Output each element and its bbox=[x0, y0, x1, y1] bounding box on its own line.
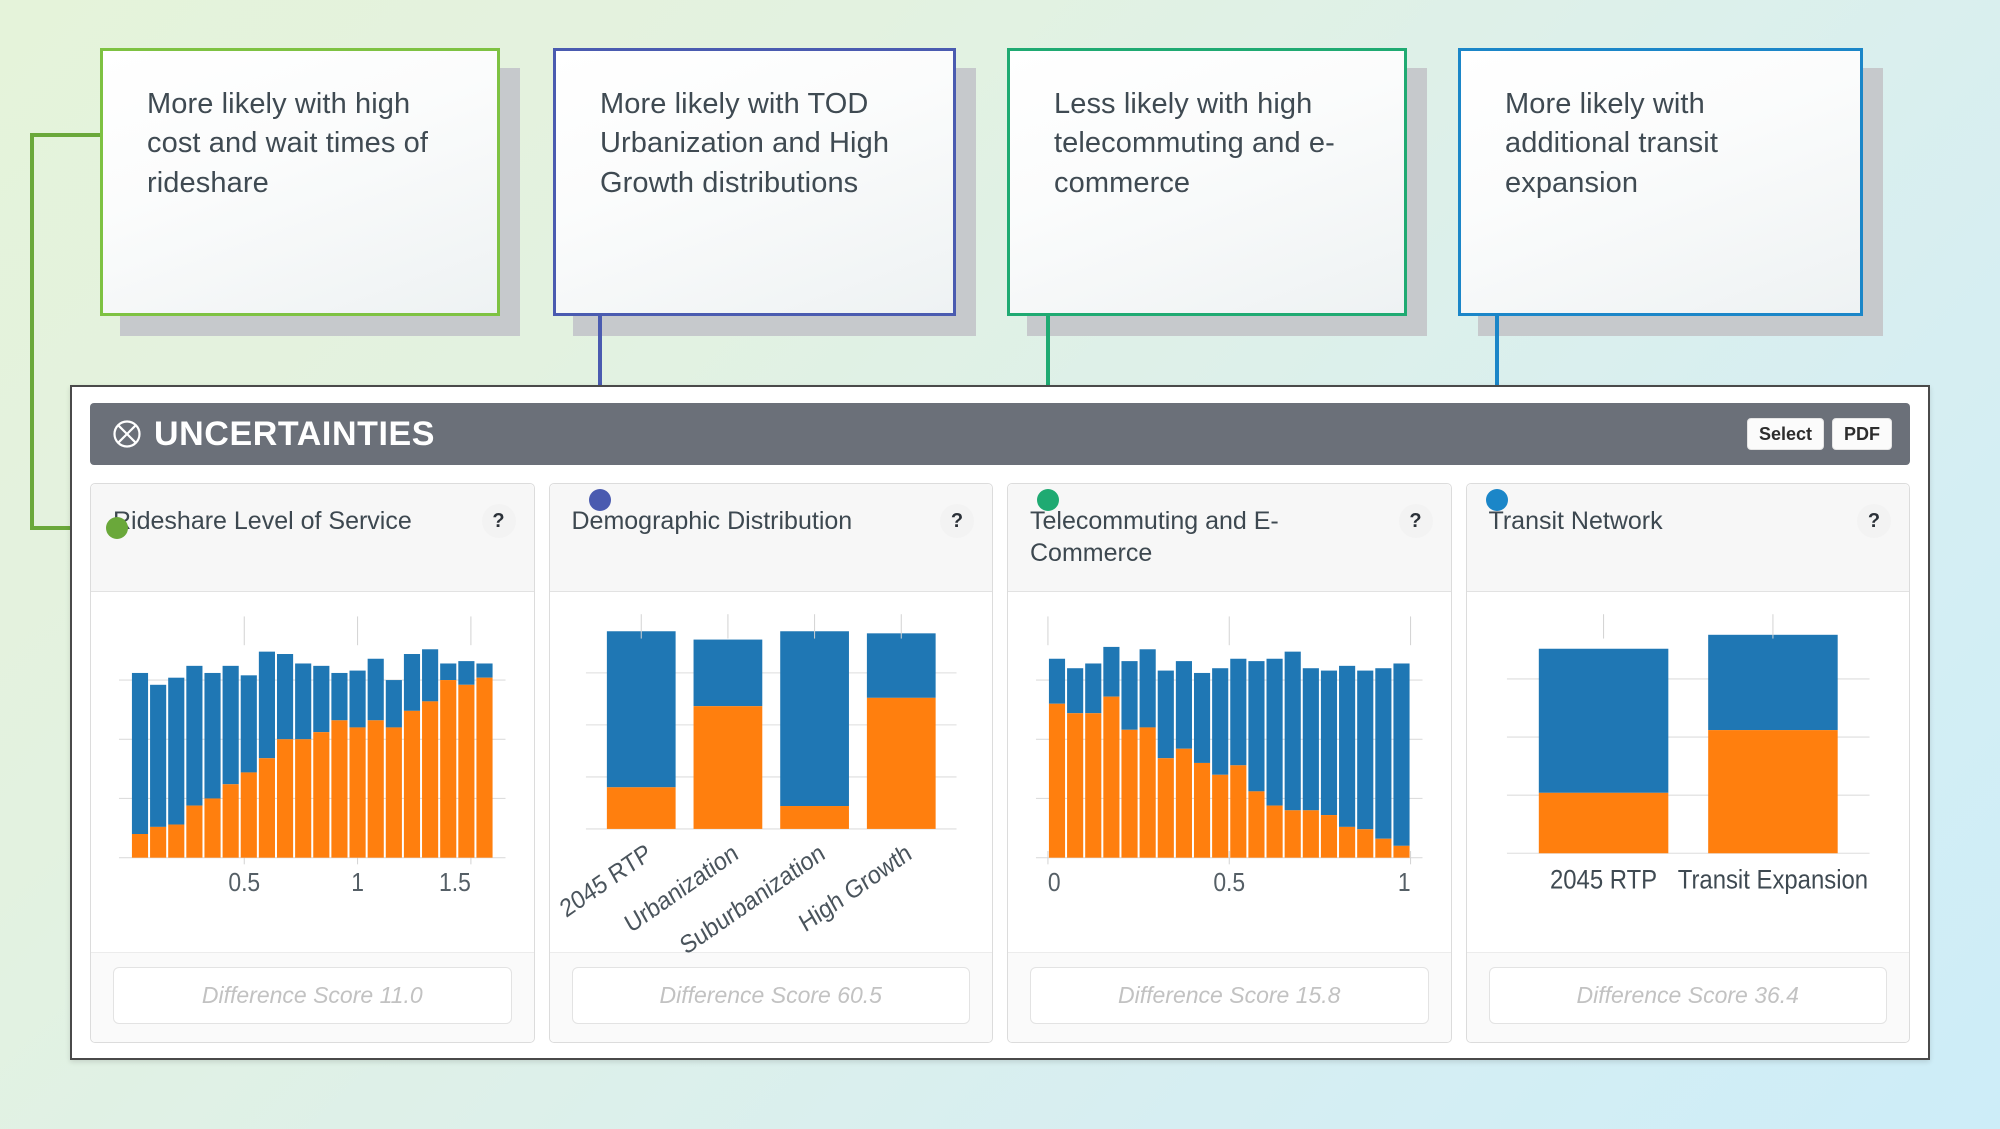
help-icon[interactable]: ? bbox=[940, 504, 974, 538]
callout-text: More likely with high cost and wait time… bbox=[147, 85, 463, 203]
chart-rideshare-level-of-service[interactable]: 0.5 1 1.5 bbox=[91, 592, 534, 952]
uncertainty-cards: Rideshare Level of Service ? 0.5 1 1.5 Dif… bbox=[90, 483, 1910, 1043]
card-header: Transit Network ? bbox=[1467, 484, 1910, 592]
card-header: Rideshare Level of Service ? bbox=[91, 484, 534, 592]
panel-header: UNCERTAINTIES Select PDF bbox=[90, 403, 1910, 465]
select-button[interactable]: Select bbox=[1747, 418, 1824, 451]
svg-text:1: 1 bbox=[351, 869, 364, 897]
stacked-histogram: 00.51 bbox=[1030, 612, 1429, 944]
stacked-bar-chart: 2045 RTPUrbanizationSuburbanizationHigh … bbox=[572, 612, 971, 944]
card-header: Telecommuting and E-Commerce ? bbox=[1008, 484, 1451, 592]
callout-text: More likely with TOD Urbanization and Hi… bbox=[600, 85, 919, 203]
header-actions: Select PDF bbox=[1747, 418, 1892, 451]
card-footer: Difference Score 60.5 bbox=[550, 952, 993, 1042]
callout-box: More likely with TOD Urbanization and Hi… bbox=[553, 48, 956, 316]
svg-text:0: 0 bbox=[1048, 869, 1061, 897]
card-header: Demographic Distribution ? bbox=[550, 484, 993, 592]
difference-score: Difference Score 15.8 bbox=[1030, 967, 1429, 1024]
uncertainty-card-telecommuting[interactable]: Telecommuting and E-Commerce ? 00.51 Dif… bbox=[1007, 483, 1452, 1043]
svg-text:1: 1 bbox=[1398, 869, 1411, 897]
help-icon[interactable]: ? bbox=[1857, 504, 1891, 538]
stacked-histogram: 0.5 1 1.5 bbox=[113, 612, 512, 944]
page-title: UNCERTAINTIES bbox=[154, 415, 435, 454]
svg-text:Suburbanization: Suburbanization bbox=[675, 839, 829, 961]
callout-text: More likely with additional transit expa… bbox=[1505, 85, 1826, 203]
callout-text: Less likely with high telecommuting and … bbox=[1054, 85, 1370, 203]
callout-box: More likely with high cost and wait time… bbox=[100, 48, 500, 316]
stacked-bar-chart: 2045 RTP Transit Expansion bbox=[1489, 612, 1888, 944]
card-title: Rideshare Level of Service bbox=[113, 506, 482, 538]
card-title: Transit Network bbox=[1489, 506, 1858, 538]
card-footer: Difference Score 15.8 bbox=[1008, 952, 1451, 1042]
callout-card-2: More likely with TOD Urbanization and Hi… bbox=[553, 48, 956, 316]
uncertainty-card-demographic[interactable]: Demographic Distribution ? 2045 RTPUrban… bbox=[549, 483, 994, 1043]
callout-card-4: More likely with additional transit expa… bbox=[1458, 48, 1863, 316]
difference-score: Difference Score 60.5 bbox=[572, 967, 971, 1024]
card-title: Demographic Distribution bbox=[572, 506, 941, 538]
callout-row: More likely with high cost and wait time… bbox=[0, 0, 2000, 340]
card-footer: Difference Score 36.4 bbox=[1467, 952, 1910, 1042]
uncertainty-card-rideshare[interactable]: Rideshare Level of Service ? 0.5 1 1.5 Dif… bbox=[90, 483, 535, 1043]
uncertainty-card-transit[interactable]: Transit Network ? 2045 RTP Transit Expans… bbox=[1466, 483, 1911, 1043]
chart-telecommuting-ecommerce[interactable]: 00.51 bbox=[1008, 592, 1451, 952]
pdf-button[interactable]: PDF bbox=[1832, 418, 1892, 451]
chart-transit-network[interactable]: 2045 RTP Transit Expansion bbox=[1467, 592, 1910, 952]
chart-demographic-distribution[interactable]: 2045 RTPUrbanizationSuburbanizationHigh … bbox=[550, 592, 993, 952]
card-footer: Difference Score 11.0 bbox=[91, 952, 534, 1042]
callout-box: Less likely with high telecommuting and … bbox=[1007, 48, 1407, 316]
svg-text:1.5: 1.5 bbox=[439, 869, 471, 897]
uncertainties-panel: UNCERTAINTIES Select PDF Rideshare Level… bbox=[70, 385, 1930, 1060]
help-icon[interactable]: ? bbox=[1399, 504, 1433, 538]
svg-text:0.5: 0.5 bbox=[228, 869, 260, 897]
help-icon[interactable]: ? bbox=[482, 504, 516, 538]
difference-score: Difference Score 11.0 bbox=[113, 967, 512, 1024]
difference-score: Difference Score 36.4 bbox=[1489, 967, 1888, 1024]
callout-card-3: Less likely with high telecommuting and … bbox=[1007, 48, 1407, 316]
callout-box: More likely with additional transit expa… bbox=[1458, 48, 1863, 316]
svg-text:0.5: 0.5 bbox=[1213, 869, 1245, 897]
circle-x-icon bbox=[112, 419, 142, 449]
svg-text:2045 RTP: 2045 RTP bbox=[1549, 866, 1656, 895]
card-title: Telecommuting and E-Commerce bbox=[1030, 506, 1399, 569]
callout-card-1: More likely with high cost and wait time… bbox=[100, 48, 500, 316]
svg-text:Transit Expansion: Transit Expansion bbox=[1677, 866, 1867, 895]
